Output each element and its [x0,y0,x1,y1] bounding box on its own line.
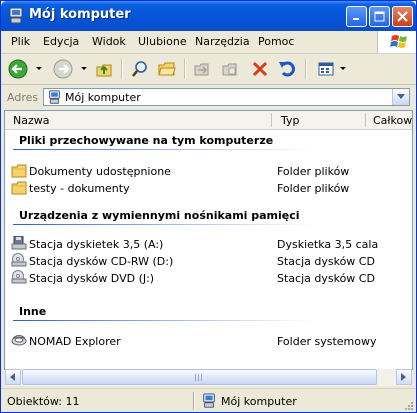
shared-folder-icon [11,164,27,178]
item-name: Stacja dysków CD-RW (D:) [29,255,174,268]
item-name: Dokumenty udostępnione [29,165,171,178]
column-type[interactable]: Typ [281,114,300,127]
status-divider [193,392,195,410]
scroll-left-button[interactable] [5,369,21,385]
dvd-drive-icon [11,270,27,284]
back-button[interactable] [7,58,29,80]
column-divider[interactable] [365,113,366,127]
status-bar: Obiektów: 11 Mój komputer [1,388,416,412]
folders-icon [158,62,176,76]
chevron-down-icon [397,94,405,99]
close-button[interactable] [392,6,413,27]
group-header: Inne [19,305,47,318]
views-icon [318,62,334,76]
delete-button[interactable] [249,58,271,80]
forward-icon [53,59,73,79]
group-divider [13,224,313,225]
item-name: testy - dokumenty [29,182,130,195]
item-type: Stacja dysków CD [277,272,375,285]
copy-to-icon [222,63,237,76]
my-computer-icon [49,90,60,104]
back-dropdown-icon[interactable] [36,67,42,70]
up-button[interactable] [93,58,115,80]
menu-favorites[interactable]: Ulubione [138,35,187,48]
menu-bar: Plik Edycja Widok Ulubione Narzędzia Pom… [1,31,416,54]
windows-logo [377,31,416,53]
column-divider[interactable] [271,113,272,127]
item-name: Stacja dysków DVD (J:) [29,272,155,285]
forward-dropdown-icon[interactable] [81,67,87,70]
menu-help[interactable]: Pomoc [258,35,294,48]
maximize-icon [374,11,385,22]
resize-grip-icon[interactable] [402,399,414,411]
item-type: Folder plików [277,182,350,195]
scroll-right-button[interactable] [396,369,412,385]
item-type: Stacja dysków CD [277,255,375,268]
explorer-window: Mój komputer Plik Edycja Widok Ulubione … [0,0,417,413]
menu-view[interactable]: Widok [92,35,126,48]
toolbar-separator [305,59,307,79]
cd-drive-icon [11,253,27,267]
horizontal-scrollbar[interactable] [5,369,412,386]
address-dropdown-button[interactable] [392,89,409,105]
back-icon [8,59,28,79]
nomad-explorer-icon [11,335,27,346]
grip-icon [195,374,202,381]
undo-button[interactable] [276,58,298,80]
search-button[interactable] [129,58,151,80]
toolbar-separator [121,59,123,79]
title-bar[interactable]: Mój komputer [1,1,416,31]
views-button[interactable] [315,58,337,80]
menu-file[interactable]: Plik [11,35,30,48]
item-name: NOMAD Explorer [29,335,121,348]
close-icon [397,11,408,22]
column-total[interactable]: Całkow [373,114,412,127]
group-header: Urządzenia z wymiennymi nośnikami pamięc… [19,209,300,222]
undo-icon [279,61,295,77]
item-type: Folder plików [277,165,350,178]
item-name: Stacja dyskietek 3,5 (A:) [29,238,164,251]
toolbar-separator [184,59,186,79]
views-dropdown-icon[interactable] [340,67,346,70]
folder-icon [11,181,27,195]
minimize-button[interactable] [346,6,367,27]
address-label: Adres [7,91,39,104]
forward-button[interactable] [52,58,74,80]
item-type: Folder systemowy [277,335,377,348]
scroll-thumb[interactable] [22,369,377,385]
my-computer-icon [9,7,23,24]
windows-flag-icon [390,35,407,48]
window-title: Mój komputer [29,7,131,22]
column-headers: Nazwa Typ Całkow [5,111,412,130]
group-divider [13,320,313,321]
floppy-drive-icon [11,236,27,250]
column-name[interactable]: Nazwa [13,114,49,127]
item-type: Dyskietka 3,5 cala [277,238,379,251]
group-divider [13,149,313,150]
status-object-count: Obiektów: 11 [7,395,80,408]
my-computer-icon [203,393,215,408]
status-location: Mój komputer [221,395,297,408]
group-header: Pliki przechowywane na tym komputerze [19,134,274,147]
standard-toolbar [1,54,416,85]
address-field[interactable]: Mój komputer [43,88,410,106]
maximize-button[interactable] [369,6,390,27]
chevron-left-icon [10,373,15,381]
menu-tools[interactable]: Narzędzia [195,35,250,48]
chevron-right-icon [401,373,406,381]
address-bar: Adres Mój komputer [1,85,416,109]
file-list[interactable]: Nazwa Typ Całkow Pliki przechowywane na … [4,110,413,370]
address-value: Mój komputer [65,91,141,104]
copy-to-button[interactable] [219,58,241,80]
move-to-button[interactable] [191,58,213,80]
move-to-icon [194,63,209,76]
up-folder-icon [96,64,112,77]
search-icon [132,61,147,77]
menu-edit[interactable]: Edycja [43,35,79,48]
delete-icon [252,61,268,77]
minimize-icon [353,18,359,20]
folders-button[interactable] [156,58,178,80]
